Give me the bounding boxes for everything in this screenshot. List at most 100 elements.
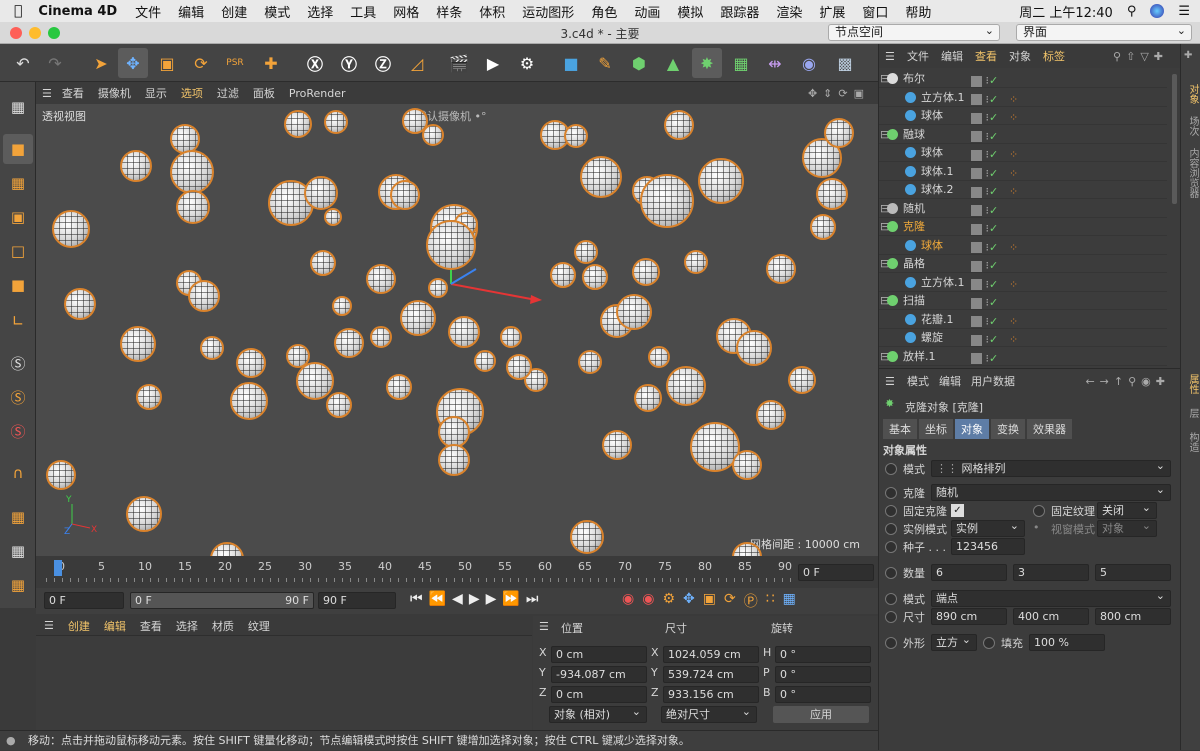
object-row[interactable]: ⊟ 融球 ⁝✓: [879, 126, 1167, 144]
om-menu-tags[interactable]: 标签: [1043, 48, 1065, 64]
clone-sphere[interactable]: [46, 460, 76, 490]
side-tab-objects[interactable]: 对象: [1185, 84, 1200, 104]
object-row[interactable]: 螺旋 ⁝✓ ⁘: [879, 329, 1167, 347]
hamburger-icon[interactable]: ☰: [42, 87, 52, 100]
am-nav-icons[interactable]: ←→↑⚲◉✚: [1085, 375, 1170, 388]
count-z-field[interactable]: 5: [1095, 564, 1171, 581]
snap-settings-icon[interactable]: Ⓢ: [3, 382, 33, 412]
menu-edit[interactable]: 编辑: [178, 2, 204, 21]
make-editable-icon[interactable]: ▦: [3, 92, 33, 122]
clone-sphere[interactable]: [170, 150, 214, 194]
undo-icon[interactable]: ↶: [8, 48, 38, 78]
clone-sphere[interactable]: [120, 150, 152, 182]
object-row[interactable]: ⊟ 放样.1 ⁝✓: [879, 348, 1167, 366]
clone-sphere[interactable]: [176, 190, 210, 224]
hamburger-icon[interactable]: ☰: [885, 375, 895, 388]
clone-sphere[interactable]: [756, 400, 786, 430]
clone-sphere[interactable]: [698, 158, 744, 204]
playhead[interactable]: [54, 560, 62, 576]
tab-transform[interactable]: 变换: [991, 419, 1025, 439]
menu-create[interactable]: 创建: [221, 2, 247, 21]
polygon-mode-icon[interactable]: ■: [3, 270, 33, 300]
clone-sphere[interactable]: [422, 124, 444, 146]
visibility-flags[interactable]: ⁝✓: [971, 313, 1005, 328]
clone-sphere[interactable]: [230, 382, 268, 420]
side-tab-attributes[interactable]: 属性: [1185, 374, 1200, 394]
material-menu-create[interactable]: 创建: [68, 618, 90, 634]
z-axis-lock-icon[interactable]: Ⓩ: [368, 48, 398, 78]
tag-icon[interactable]: ⁘: [1009, 313, 1018, 331]
clone-sphere[interactable]: [310, 250, 336, 276]
clone-sphere[interactable]: [334, 328, 364, 358]
clone-sphere[interactable]: [296, 362, 334, 400]
clone-sphere[interactable]: [788, 366, 816, 394]
clone-sphere[interactable]: [438, 444, 470, 476]
transform-icon[interactable]: ✚: [256, 48, 286, 78]
locked-workplane-icon[interactable]: ▦: [3, 536, 33, 566]
clone-sphere[interactable]: [816, 178, 848, 210]
array-icon[interactable]: ▦: [726, 48, 756, 78]
object-row[interactable]: ⊟ 随机 ⁝✓: [879, 200, 1167, 218]
menu-mode[interactable]: 模式: [264, 2, 290, 21]
clone-sphere[interactable]: [634, 384, 662, 412]
viewport-instance-select[interactable]: 对象: [1097, 518, 1157, 537]
solo-icon[interactable]: Ⓢ: [3, 416, 33, 446]
viewport-menu-filter[interactable]: 过滤: [217, 85, 239, 101]
clone-sphere[interactable]: [602, 430, 632, 460]
om-nav-icons[interactable]: ⚲⇧▽✚: [1113, 50, 1168, 63]
planar-workplane-icon[interactable]: ▦: [3, 570, 33, 600]
hamburger-icon[interactable]: ☰: [885, 50, 895, 63]
object-row[interactable]: ⊟ 布尔 ⁝✓: [879, 70, 1167, 88]
rot-field[interactable]: 0 °: [775, 686, 871, 703]
render-picture-viewer-icon[interactable]: ▶: [478, 48, 508, 78]
object-row[interactable]: 球体 ⁝✓ ⁘: [879, 144, 1167, 162]
om-menu-view[interactable]: 查看: [975, 48, 997, 64]
clone-sphere[interactable]: [810, 214, 836, 240]
siri-icon[interactable]: [1150, 4, 1165, 18]
viewport-nav-icons[interactable]: ✥⇕⟳▣: [808, 87, 870, 100]
tag-icon[interactable]: ⁘: [1009, 91, 1018, 109]
menu-render[interactable]: 渲染: [776, 2, 802, 21]
object-row[interactable]: 立方体.1 ⁝✓ ⁘: [879, 89, 1167, 107]
extrude-generator-icon[interactable]: ▲: [658, 48, 688, 78]
clone-sphere[interactable]: [304, 176, 338, 210]
perspective-viewport[interactable]: 透视视图 默认摄像机 •° Y X Z 网格间距 : 10000 cm: [36, 104, 878, 556]
mode-radio[interactable]: [885, 463, 897, 475]
y-axis-lock-icon[interactable]: Ⓨ: [334, 48, 364, 78]
pos-field[interactable]: 0 cm: [551, 646, 647, 663]
side-tab-content-browser[interactable]: 内容浏览器: [1185, 148, 1200, 198]
clone-sphere[interactable]: [136, 384, 162, 410]
clone-select[interactable]: 随机: [931, 482, 1171, 501]
size-y-field[interactable]: 400 cm: [1013, 608, 1089, 625]
object-row[interactable]: 花瓣.1 ⁝✓ ⁘: [879, 311, 1167, 329]
clone-radio[interactable]: [885, 487, 897, 499]
menu-character[interactable]: 角色: [591, 2, 617, 21]
clone-sphere[interactable]: [326, 392, 352, 418]
clone-sphere[interactable]: [390, 180, 420, 210]
fix-clone-radio[interactable]: [885, 505, 897, 517]
mode2-radio[interactable]: [885, 593, 897, 605]
object-row[interactable]: ⊟ 晶格 ⁝✓: [879, 255, 1167, 273]
count-y-field[interactable]: 3: [1013, 564, 1089, 581]
clone-sphere[interactable]: [200, 336, 224, 360]
visibility-flags[interactable]: ⁝✓: [971, 239, 1005, 254]
end-frame-field[interactable]: 90 F: [318, 592, 396, 609]
menu-window[interactable]: 窗口: [862, 2, 888, 21]
visibility-flags[interactable]: ⁝✓: [971, 165, 1005, 180]
next-key-icon[interactable]: ⏩: [502, 591, 519, 607]
size-field[interactable]: 1024.059 cm: [663, 646, 759, 663]
viewport-menu-camera[interactable]: 摄像机: [98, 85, 131, 101]
move-tool-icon[interactable]: ✥: [118, 48, 148, 78]
axis-mode-icon[interactable]: ∟: [3, 306, 33, 336]
clone-sphere[interactable]: [448, 316, 480, 348]
tag-icon[interactable]: ⁘: [1009, 165, 1018, 183]
om-menu-edit[interactable]: 编辑: [941, 48, 963, 64]
count-x-field[interactable]: 6: [931, 564, 1007, 581]
hamburger-icon[interactable]: ☰: [44, 619, 54, 632]
object-row[interactable]: ⊟ 扫描 ⁝✓: [879, 292, 1167, 310]
x-axis-lock-icon[interactable]: Ⓧ: [300, 48, 330, 78]
object-row[interactable]: 球体.1 ⁝✓ ⁘: [879, 163, 1167, 181]
clone-sphere[interactable]: [640, 174, 694, 228]
visibility-flags[interactable]: ⁝✓: [971, 183, 1005, 198]
range-slider[interactable]: 0 F 90 F: [130, 592, 314, 609]
